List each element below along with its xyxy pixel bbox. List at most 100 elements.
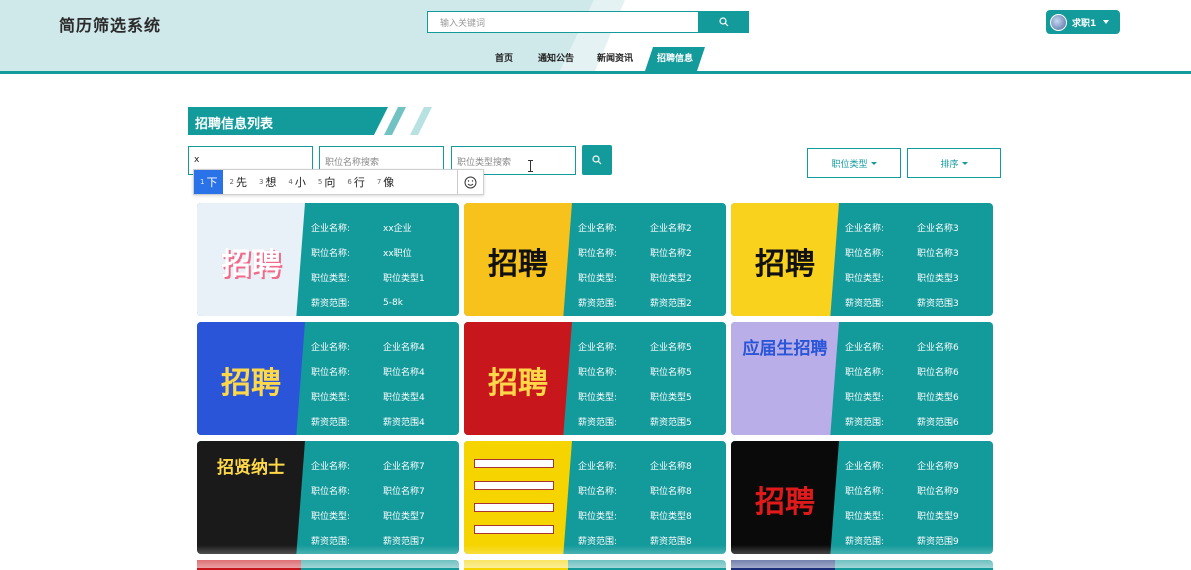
job-card-image-text: 招聘 — [755, 247, 815, 282]
ime-candidate-text: 先 — [235, 176, 247, 189]
job-card[interactable]: 企业名称: 企业名称8 职位名称: 职位名称8 职位类型: 职位类型8 薪资范围: 薪资范围8 — [464, 441, 726, 554]
field-label: 职位名称: — [845, 368, 885, 378]
ime-candidate-text: 像 — [383, 176, 395, 189]
search-icon — [719, 17, 729, 27]
nav-item-notices[interactable]: 通知公告 — [534, 47, 578, 71]
job-card-row-position: 职位名称: 职位名称2 — [578, 240, 723, 265]
job-card-image: 招聘 — [731, 203, 839, 316]
job-card[interactable]: 招聘 企业名称: 企业名称3 职位名称: 职位名称3 职位类型: 职位类型3 薪资范围: 薪资范… — [731, 203, 993, 316]
job-card-row-company: 企业名称: 企业名称6 — [845, 334, 990, 359]
field-label: 企业名称: — [578, 224, 618, 234]
job-card-info: 企业名称: 企业名称3 职位名称: 职位名称3 职位类型: 职位类型3 薪资范围: 薪资范围3 — [845, 215, 990, 315]
header-divider — [0, 71, 1191, 74]
job-card-info: 企业名称: 企业名称8 职位名称: 职位名称8 职位类型: 职位类型8 薪资范围: 薪资范围8 — [578, 453, 723, 553]
chevron-down-icon — [1103, 20, 1110, 24]
job-card[interactable]: 招聘 企业名称: 企业名称4 职位名称: 职位名称4 职位类型: 职位类型4 薪资范围: 薪资范… — [197, 322, 459, 435]
ime-candidate[interactable]: 1下 — [194, 170, 224, 194]
title-stripe — [410, 107, 432, 135]
ime-candidate-text: 向 — [324, 176, 336, 189]
job-card-row-company: 企业名称: 企业名称8 — [578, 453, 723, 478]
ime-candidate[interactable]: 2先 — [223, 170, 252, 194]
caret-down-icon — [961, 161, 968, 165]
job-card[interactable]: 招聘 企业名称: 企业名称9 职位名称: 职位名称9 职位类型: 职位类型9 薪资范围: 薪资范… — [731, 441, 993, 554]
ime-candidate[interactable]: 6行 — [341, 170, 370, 194]
field-value: 职位类型5 — [650, 393, 692, 403]
ime-candidate-list: 1下2先3想4小5向6行7像 — [194, 170, 400, 194]
job-card-info: 企业名称: 企业名称4 职位名称: 职位名称4 职位类型: 职位类型4 薪资范围: 薪资范围4 — [311, 334, 456, 434]
sort-dropdown[interactable]: 排序 — [907, 148, 1001, 178]
field-value: 企业名称8 — [650, 462, 692, 472]
nav-item-jobs[interactable]: 招聘信息 — [653, 47, 697, 71]
field-label: 薪资范围: — [845, 418, 885, 428]
field-label: 职位类型: — [311, 393, 351, 403]
job-card-image: 应届生招聘 — [731, 322, 839, 435]
caret-down-icon — [870, 161, 877, 165]
job-card-image-text: 应届生招聘 — [742, 339, 828, 359]
job-card-row-position: 职位名称: 职位名称3 — [845, 240, 990, 265]
field-label: 职位类型: — [578, 393, 618, 403]
filter-search-button[interactable] — [582, 145, 612, 175]
field-label: 职位类型: — [845, 274, 885, 284]
field-value: 职位名称5 — [650, 368, 692, 378]
field-label: 职位名称: — [311, 249, 351, 259]
ime-candidate-number: 1 — [200, 178, 205, 186]
field-label: 薪资范围: — [845, 299, 885, 309]
site-title: 简历筛选系统 — [59, 16, 162, 35]
search-input[interactable]: 输入关键词 — [427, 11, 699, 33]
field-value: 企业名称5 — [650, 343, 692, 353]
job-card-row-type: 职位类型: 职位类型6 — [845, 384, 990, 409]
field-label: 职位名称: — [845, 487, 885, 497]
job-card[interactable]: 招聘 企业名称: 企业名称5 职位名称: 职位名称5 职位类型: 职位类型5 薪资范围: 薪资范… — [464, 322, 726, 435]
job-card[interactable]: 招贤纳士 企业名称: 企业名称7 职位名称: 职位名称7 职位类型: 职位类型7 薪资范围: 薪… — [197, 441, 459, 554]
job-card[interactable]: 招聘 企业名称: xx企业 职位名称: xx职位 职位类型: 职位类型1 薪资范围: 5-8k — [197, 203, 459, 316]
field-label: 职位类型: — [578, 274, 618, 284]
ime-candidate-text: 行 — [353, 176, 365, 189]
job-type-dropdown[interactable]: 职位类型 — [807, 148, 901, 178]
field-label: 企业名称: — [311, 462, 351, 472]
text-cursor — [528, 160, 533, 172]
job-card-info: 企业名称: 企业名称6 职位名称: 职位名称6 职位类型: 职位类型6 薪资范围: 薪资范围6 — [845, 334, 990, 434]
job-card-row-salary: 薪资范围: 薪资范围5 — [578, 409, 723, 434]
job-card-row-salary: 薪资范围: 薪资范围3 — [845, 290, 990, 315]
search-button[interactable] — [699, 11, 749, 33]
field-value: xx职位 — [383, 249, 412, 259]
field-label: 职位名称: — [845, 249, 885, 259]
field-label: 企业名称: — [845, 224, 885, 234]
ime-candidate[interactable]: 3想 — [253, 170, 282, 194]
smiley-icon[interactable] — [457, 170, 483, 194]
job-card-info: 企业名称: xx企业 职位名称: xx职位 职位类型: 职位类型1 薪资范围: 5-8k — [311, 215, 456, 315]
job-card-image-text: 招聘 — [488, 366, 548, 401]
field-label: 职位类型: — [845, 393, 885, 403]
job-card-row-position: 职位名称: 职位名称7 — [311, 478, 456, 503]
field-value: 职位类型2 — [650, 274, 692, 284]
job-card-row-company: 企业名称: 企业名称9 — [845, 453, 990, 478]
field-value: 职位名称4 — [383, 368, 425, 378]
field-value: 职位类型3 — [917, 274, 959, 284]
job-card[interactable]: 招聘 企业名称: 企业名称2 职位名称: 职位名称2 职位类型: 职位类型2 薪资范围: 薪资范… — [464, 203, 726, 316]
job-card-row-position: 职位名称: 职位名称6 — [845, 359, 990, 384]
field-value: 企业名称3 — [917, 224, 959, 234]
job-card-row-position: 职位名称: 职位名称4 — [311, 359, 456, 384]
field-label: 企业名称: — [311, 224, 351, 234]
ime-candidate-text: 想 — [265, 176, 277, 189]
job-card-row-company: 企业名称: 企业名称2 — [578, 215, 723, 240]
ime-candidate[interactable]: 7像 — [371, 170, 400, 194]
nav-item-home[interactable]: 首页 — [487, 47, 521, 71]
job-card-row-salary: 薪资范围: 薪资范围4 — [311, 409, 456, 434]
ime-candidate-text: 小 — [294, 176, 306, 189]
job-card-row-type: 职位类型: 职位类型3 — [845, 265, 990, 290]
job-card[interactable]: 应届生招聘 企业名称: 企业名称6 职位名称: 职位名称6 职位类型: 职位类型6 薪资范围:… — [731, 322, 993, 435]
ime-candidate[interactable]: 4小 — [282, 170, 311, 194]
job-card-row-type: 职位类型: 职位类型2 — [578, 265, 723, 290]
ime-candidate[interactable]: 5向 — [312, 170, 341, 194]
field-label: 职位类型: — [311, 274, 351, 284]
job-card-info: 企业名称: 企业名称9 职位名称: 职位名称9 职位类型: 职位类型9 薪资范围: 薪资范围9 — [845, 453, 990, 553]
field-value: 企业名称2 — [650, 224, 692, 234]
field-value: 职位类型4 — [383, 393, 425, 403]
field-value: 薪资范围2 — [650, 299, 692, 309]
field-label: 薪资范围: — [311, 418, 351, 428]
ime-candidate-number: 7 — [376, 178, 382, 186]
user-menu-button[interactable]: 求职1 — [1046, 10, 1120, 34]
field-label: 职位类型: — [845, 512, 885, 522]
nav-item-news[interactable]: 新闻资讯 — [593, 47, 637, 71]
